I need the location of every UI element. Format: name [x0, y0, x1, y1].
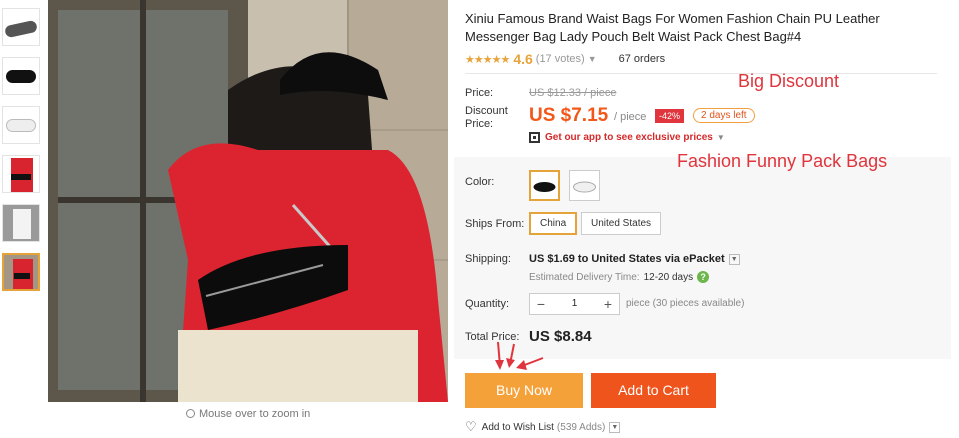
ships-from-china[interactable]: China: [529, 212, 578, 235]
color-label: Color:: [465, 176, 495, 188]
app-promo-link[interactable]: Get our app to see exclusive prices ▼: [529, 132, 725, 143]
arrow-annotation-icon: [495, 341, 544, 370]
pieces-available: piece (30 pieces available): [626, 298, 745, 309]
main-product-image[interactable]: [48, 0, 448, 402]
product-title: Xiniu Famous Brand Waist Bags For Women …: [465, 11, 880, 44]
quantity-input[interactable]: 1: [552, 294, 597, 314]
thumbnail-2[interactable]: [2, 57, 40, 95]
magnifier-icon: [186, 409, 195, 418]
thumbnail-1[interactable]: [2, 8, 40, 46]
color-option-white[interactable]: [569, 170, 600, 201]
add-to-cart-button[interactable]: Add to Cart: [591, 373, 716, 408]
black-bag-icon: [533, 182, 556, 192]
shipping-label: Shipping:: [465, 253, 511, 265]
help-icon[interactable]: ?: [697, 271, 710, 283]
buy-now-button[interactable]: Buy Now: [465, 373, 583, 408]
heart-icon: ♡: [465, 419, 477, 434]
add-to-wishlist-link[interactable]: ♡ Add to Wish List (539 Adds) ▼: [465, 419, 621, 435]
chevron-down-icon[interactable]: ▼: [609, 421, 621, 433]
white-bag-icon: [573, 181, 596, 193]
votes-count[interactable]: (17 votes): [536, 53, 585, 65]
discounted-price: US $7.15: [529, 105, 609, 126]
ships-from-united-states[interactable]: United States: [581, 212, 662, 235]
quantity-label: Quantity:: [465, 298, 510, 310]
thumbnail-6-active[interactable]: [2, 253, 40, 291]
fashion-annotation: Fashion Funny Pack Bags: [677, 151, 888, 171]
star-rating-icon: ★★★★★: [465, 53, 510, 66]
days-left-badge: 2 days left: [693, 108, 755, 123]
quantity-decrease-button[interactable]: −: [530, 294, 552, 314]
discount-percent-badge: -42%: [655, 109, 685, 123]
quantity-increase-button[interactable]: +: [597, 294, 619, 314]
shipping-option[interactable]: US $1.69 to United States via ePacket ▼: [529, 253, 740, 265]
divider: [465, 73, 937, 74]
rating-value: 4.6: [513, 51, 533, 67]
chevron-down-icon: ▼: [716, 133, 725, 142]
thumbnail-5[interactable]: [2, 204, 40, 242]
qr-code-icon: [529, 132, 540, 143]
rating-row: ★★★★★ 4.6 (17 votes) ▼ 67 orders: [465, 50, 665, 68]
price-label: Price:: [465, 87, 494, 99]
orders-count: 67 orders: [618, 53, 666, 65]
thumbnail-3[interactable]: [2, 106, 40, 144]
chevron-down-icon[interactable]: ▼: [588, 54, 597, 64]
quantity-stepper: − 1 +: [529, 293, 620, 315]
chevron-down-icon[interactable]: ▼: [728, 253, 740, 265]
ships-from-label: Ships From:: [465, 218, 525, 230]
color-option-black[interactable]: [529, 170, 560, 201]
big-discount-annotation: Big Discount: [738, 71, 840, 91]
per-piece-unit: / piece: [614, 111, 647, 123]
zoom-hint: Mouse over to zoom in: [186, 408, 310, 420]
discount-label-line2: Price:: [465, 118, 494, 130]
original-price: US $12.33 / piece: [529, 87, 617, 99]
thumbnail-4[interactable]: [2, 155, 40, 193]
thumbnail-list: [2, 8, 42, 302]
delivery-time: Estimated Delivery Time: 12-20 days ?: [529, 271, 710, 283]
product-photo: [48, 0, 448, 402]
discount-label-line1: Discount: [465, 105, 508, 117]
